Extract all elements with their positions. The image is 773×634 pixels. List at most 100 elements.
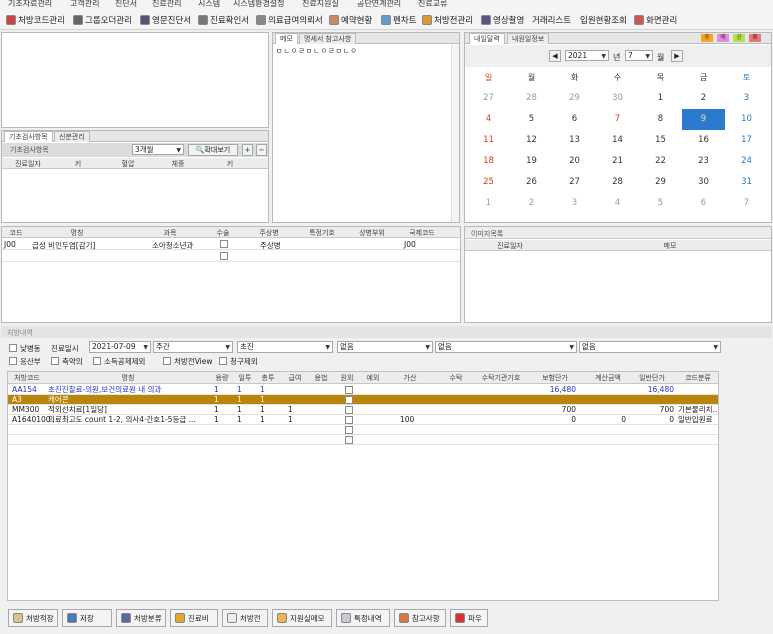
order-row[interactable]: AA154 초진진찰료-의원,보건의료원 내 의과 1 1 1 16,480 16,480 [8,385,718,395]
order-row[interactable] [8,425,718,435]
option1-select[interactable]: 없음 ▼ [337,341,433,353]
tab-calendar[interactable]: 내일달력 [469,33,505,44]
calendar-day[interactable]: 16 [682,130,725,151]
menu-exchange[interactable]: 진료교류 [418,0,447,9]
imaging-button[interactable]: 영상촬영 [481,13,524,27]
special-detail-button[interactable]: 특정내역 [336,609,390,627]
memo-text[interactable]: ㅁㄴㅇㄹㅁㄴㅇㄹㅁㄴㅇ [276,46,358,56]
calendar-day[interactable]: 30 [596,88,639,109]
reservation-button[interactable]: 예약현황 [329,13,372,27]
save-button[interactable]: 저장 [62,609,112,627]
menu-treatment[interactable]: 진료관리 [152,0,181,9]
calendar-day[interactable]: 28 [596,172,639,193]
order-row[interactable]: A3 케어콘 1 1 1 [8,395,718,405]
outside-checkbox[interactable] [345,396,353,404]
calendar-day[interactable]: 20 [553,151,596,172]
order-row[interactable] [8,435,718,445]
classify-button[interactable]: 처방분류 [116,609,166,627]
calendar-day[interactable]: 29 [639,172,682,193]
calendar-day[interactable]: 24 [725,151,768,172]
english-certificate-button[interactable]: 영문진단서 [140,13,191,27]
calendar-day[interactable]: 6 [682,193,725,214]
diagnosis-row[interactable]: J00 급성 비인두염[감기] 소아청소년과 주상병 J00 [2,239,460,250]
prev-month-button[interactable]: ◀ [549,50,561,62]
calendar-day[interactable]: 2 [510,193,553,214]
option2-select[interactable]: 없음 ▼ [435,341,577,353]
calendar-day[interactable]: 19 [510,151,553,172]
calendar-day[interactable]: 31 [725,172,768,193]
tab-visit-info[interactable]: 내원일정보 [507,33,550,44]
calendar-day[interactable]: 15 [639,130,682,151]
inpatient-checkbox[interactable] [9,344,17,352]
calendar-day[interactable]: 27 [553,172,596,193]
calendar-day[interactable]: 14 [596,130,639,151]
group-order-button[interactable]: 그룹오더관리 [73,13,132,27]
year-select[interactable]: 2021 ▼ [565,50,609,61]
outside-checkbox[interactable] [345,436,353,444]
save-order-button[interactable]: 처방적장 [8,609,58,627]
tab-memo[interactable]: 메모 [275,33,298,44]
calendar-day[interactable]: 22 [639,151,682,172]
remove-exam-button[interactable]: − [256,144,267,156]
calendar-day[interactable]: 17 [725,130,768,151]
calendar-day[interactable]: 21 [596,151,639,172]
order-row[interactable]: MM300 적외선치료[1일당] 1 1 1 1 700 700 기본물리치... [8,405,718,415]
outside-checkbox[interactable] [345,426,353,434]
inpatient-status-button[interactable]: 입원현황조회 [580,13,627,27]
tab-statement-notes[interactable]: 명세서 참고사항 [299,33,357,44]
shift-select[interactable]: 주간 ▼ [153,341,233,353]
treatment-confirm-button[interactable]: 진료확인서 [198,13,249,27]
calendar-day[interactable]: 4 [467,109,510,130]
exam-period-select[interactable]: 3개월 ▼ [132,144,184,155]
calendar-day[interactable]: 28 [510,88,553,109]
calendar-day[interactable]: 12 [510,130,553,151]
calendar-day[interactable]: 26 [510,172,553,193]
calendar-day[interactable]: 3 [553,193,596,214]
screen-manage-button[interactable]: 화면관리 [634,13,677,27]
calendar-day[interactable]: 1 [467,193,510,214]
menu-customer[interactable]: 고객관리 [70,0,99,9]
calendar-day[interactable]: 11 [467,130,510,151]
menu-nhis-link[interactable]: 공단연계관리 [357,0,401,9]
abbrev-checkbox[interactable] [51,357,59,365]
calendar-day[interactable]: 7 [725,193,768,214]
order-date-input[interactable]: 2021-07-09 ▼ [89,341,151,353]
calendar-day[interactable]: 7 [596,109,639,130]
order-row[interactable]: A1640100 의료최고도 count 1-2, 의사4·간호1-5등급 ...… [8,415,718,425]
option3-select[interactable]: 없음 ▼ [579,341,721,353]
calendar-day[interactable]: 4 [596,193,639,214]
zoom-view-button[interactable]: 🔍확대보기 [188,144,238,156]
medical-aid-button[interactable]: 의료급여의뢰서 [256,13,323,27]
outside-checkbox[interactable] [345,416,353,424]
calendar-day[interactable]: 8 [639,109,682,130]
calendar-day[interactable]: 5 [639,193,682,214]
first-aid-button[interactable]: 파우 [450,609,488,627]
support-memo-button[interactable]: 지원실메모 [272,609,332,627]
prescription-view-checkbox[interactable] [163,357,171,365]
menu-system[interactable]: 시스템 [198,0,220,9]
calendar-day[interactable]: 3 [725,88,768,109]
menu-support-room[interactable]: 진료지원실 [302,0,339,9]
visit-type-select[interactable]: 초진 ▼ [237,341,333,353]
pen-chart-button[interactable]: 펜차트 [381,13,416,27]
claim-exclude-checkbox[interactable] [219,357,227,365]
calendar-day[interactable]: 1 [639,88,682,109]
add-exam-button[interactable]: + [242,144,253,156]
calendar-day[interactable]: 9 [682,109,725,130]
prescription-manage-button[interactable]: 처방전관리 [422,13,473,27]
tax-exclude-checkbox[interactable] [93,357,101,365]
month-select[interactable]: 7 ▼ [625,50,653,61]
diagnosis-row[interactable] [2,251,460,262]
next-month-button[interactable]: ▶ [671,50,683,62]
pregnant-checkbox[interactable] [9,357,17,365]
tab-basic-exam[interactable]: 기초검사항목 [4,131,53,142]
outside-checkbox[interactable] [345,406,353,414]
fee-button[interactable]: 진료비 [170,609,218,627]
prescription-code-button[interactable]: 처방코드관리 [6,13,65,27]
prescription-print-button[interactable]: 처방전 [222,609,268,627]
tab-identity[interactable]: 신분관리 [54,131,90,142]
calendar-day[interactable]: 25 [467,172,510,193]
calendar-day[interactable]: 18 [467,151,510,172]
note-button[interactable]: 참고사항 [394,609,446,627]
menu-certificate[interactable]: 진단서 [115,0,137,9]
